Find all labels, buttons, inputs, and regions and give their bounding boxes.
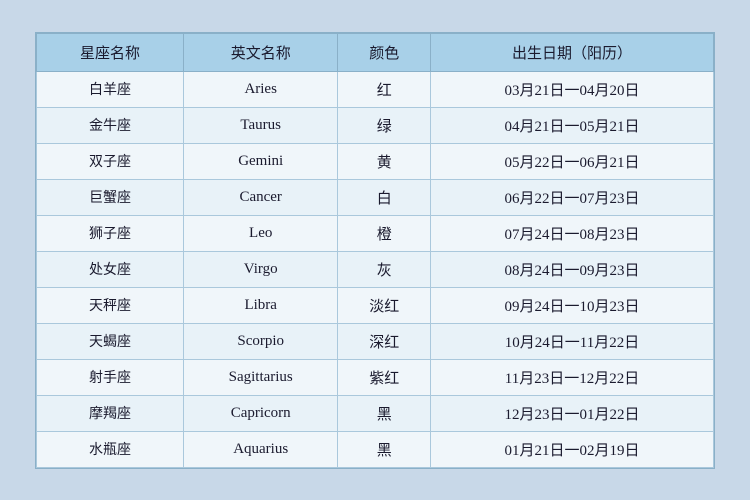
col-header-dates: 出生日期（阳历）	[430, 33, 713, 71]
cell-english: Taurus	[183, 107, 337, 143]
cell-dates: 04月21日一05月21日	[430, 107, 713, 143]
cell-chinese: 天蝎座	[37, 323, 184, 359]
cell-chinese: 金牛座	[37, 107, 184, 143]
cell-color: 紫红	[338, 359, 431, 395]
cell-chinese: 天秤座	[37, 287, 184, 323]
table-header-row: 星座名称 英文名称 颜色 出生日期（阳历）	[37, 33, 714, 71]
cell-chinese: 处女座	[37, 251, 184, 287]
table-row: 巨蟹座Cancer白06月22日一07月23日	[37, 179, 714, 215]
cell-dates: 08月24日一09月23日	[430, 251, 713, 287]
cell-dates: 07月24日一08月23日	[430, 215, 713, 251]
cell-dates: 01月21日一02月19日	[430, 431, 713, 467]
col-header-color: 颜色	[338, 33, 431, 71]
cell-english: Capricorn	[183, 395, 337, 431]
cell-english: Gemini	[183, 143, 337, 179]
table-row: 水瓶座Aquarius黑01月21日一02月19日	[37, 431, 714, 467]
cell-chinese: 双子座	[37, 143, 184, 179]
cell-color: 白	[338, 179, 431, 215]
table-row: 处女座Virgo灰08月24日一09月23日	[37, 251, 714, 287]
zodiac-table: 星座名称 英文名称 颜色 出生日期（阳历） 白羊座Aries红03月21日一04…	[36, 33, 714, 468]
cell-english: Cancer	[183, 179, 337, 215]
cell-color: 黄	[338, 143, 431, 179]
cell-english: Virgo	[183, 251, 337, 287]
table-row: 双子座Gemini黄05月22日一06月21日	[37, 143, 714, 179]
table-row: 天秤座Libra淡红09月24日一10月23日	[37, 287, 714, 323]
cell-chinese: 巨蟹座	[37, 179, 184, 215]
cell-dates: 09月24日一10月23日	[430, 287, 713, 323]
cell-english: Aquarius	[183, 431, 337, 467]
table-row: 摩羯座Capricorn黑12月23日一01月22日	[37, 395, 714, 431]
cell-dates: 11月23日一12月22日	[430, 359, 713, 395]
cell-english: Sagittarius	[183, 359, 337, 395]
cell-english: Scorpio	[183, 323, 337, 359]
cell-dates: 06月22日一07月23日	[430, 179, 713, 215]
cell-english: Aries	[183, 71, 337, 107]
cell-dates: 10月24日一11月22日	[430, 323, 713, 359]
cell-color: 深红	[338, 323, 431, 359]
cell-chinese: 白羊座	[37, 71, 184, 107]
cell-dates: 05月22日一06月21日	[430, 143, 713, 179]
table-row: 射手座Sagittarius紫红11月23日一12月22日	[37, 359, 714, 395]
zodiac-table-container: 星座名称 英文名称 颜色 出生日期（阳历） 白羊座Aries红03月21日一04…	[35, 32, 715, 469]
cell-chinese: 狮子座	[37, 215, 184, 251]
table-row: 天蝎座Scorpio深红10月24日一11月22日	[37, 323, 714, 359]
cell-chinese: 摩羯座	[37, 395, 184, 431]
cell-color: 淡红	[338, 287, 431, 323]
cell-english: Libra	[183, 287, 337, 323]
cell-color: 红	[338, 71, 431, 107]
cell-color: 绿	[338, 107, 431, 143]
cell-color: 黑	[338, 431, 431, 467]
cell-color: 黑	[338, 395, 431, 431]
cell-chinese: 水瓶座	[37, 431, 184, 467]
table-row: 金牛座Taurus绿04月21日一05月21日	[37, 107, 714, 143]
table-row: 白羊座Aries红03月21日一04月20日	[37, 71, 714, 107]
cell-dates: 12月23日一01月22日	[430, 395, 713, 431]
cell-color: 橙	[338, 215, 431, 251]
col-header-chinese: 星座名称	[37, 33, 184, 71]
cell-dates: 03月21日一04月20日	[430, 71, 713, 107]
cell-chinese: 射手座	[37, 359, 184, 395]
cell-english: Leo	[183, 215, 337, 251]
table-row: 狮子座Leo橙07月24日一08月23日	[37, 215, 714, 251]
cell-color: 灰	[338, 251, 431, 287]
col-header-english: 英文名称	[183, 33, 337, 71]
